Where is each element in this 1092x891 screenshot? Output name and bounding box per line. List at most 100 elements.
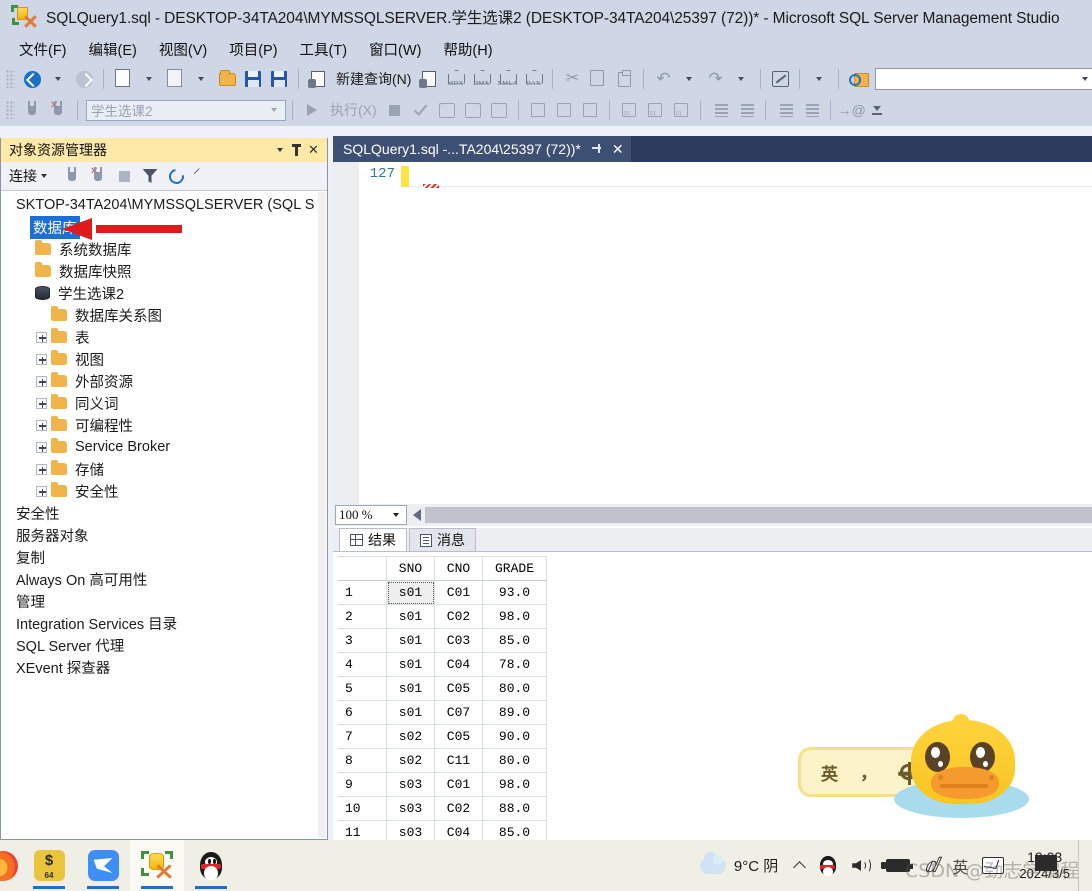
cell-grade[interactable]: 89.0 xyxy=(482,700,547,725)
cell-grade[interactable]: 93.0 xyxy=(482,580,547,605)
new-project-dropdown[interactable] xyxy=(137,67,161,91)
tree-node[interactable]: 系统数据库 xyxy=(2,238,318,260)
column-header-grade[interactable]: GRADE xyxy=(482,556,547,581)
comment-selection-button[interactable] xyxy=(768,67,792,91)
weather-widget[interactable]: 9°C 阴 xyxy=(694,851,788,876)
scroll-left-arrow[interactable] xyxy=(413,509,421,521)
tray-qq-icon[interactable] xyxy=(811,840,845,891)
new-query-icon[interactable] xyxy=(306,67,330,91)
expand-icon[interactable] xyxy=(36,353,47,365)
expand-icon[interactable] xyxy=(36,441,47,453)
paste-button[interactable] xyxy=(612,67,636,91)
row-number[interactable]: 10 xyxy=(338,796,387,821)
zoom-combo[interactable]: 100 % xyxy=(335,505,407,525)
disconnect-button[interactable]: ✕ xyxy=(46,98,70,122)
cell-cno[interactable]: C02 xyxy=(434,796,483,821)
execute-icon[interactable] xyxy=(300,98,324,122)
toolbar-grip-2[interactable] xyxy=(6,101,15,119)
new-project-button[interactable] xyxy=(111,67,135,91)
cell-cno[interactable]: C05 xyxy=(434,676,483,701)
uncomment-lines-button[interactable] xyxy=(734,98,758,122)
include-client-stats-button[interactable] xyxy=(578,98,602,122)
column-header-cno[interactable]: CNO xyxy=(434,556,483,581)
save-all-button[interactable] xyxy=(267,67,291,91)
expand-icon[interactable] xyxy=(36,397,47,409)
table-row[interactable]: 4 s01 C04 78.0 xyxy=(338,652,547,677)
chevron-down-icon[interactable] xyxy=(271,108,277,112)
toolbar-options-dropdown[interactable] xyxy=(807,67,831,91)
cell-sno[interactable]: s01 xyxy=(386,652,435,677)
menu-project[interactable]: 项目(P) xyxy=(218,36,288,63)
table-row[interactable]: 3 s01 C03 85.0 xyxy=(338,628,547,653)
increase-indent-button[interactable] xyxy=(799,98,823,122)
mail-icon[interactable] xyxy=(975,840,1011,891)
stop-icon[interactable] xyxy=(112,164,136,188)
cancel-query-button[interactable] xyxy=(383,98,407,122)
table-row[interactable]: 6 s01 C07 89.0 xyxy=(338,700,547,725)
cell-cno[interactable]: C04 xyxy=(434,652,483,677)
object-explorer-scrollbar[interactable] xyxy=(318,192,326,838)
tree-node[interactable]: 安全性 xyxy=(2,502,318,524)
new-mdx-query-button[interactable]: MDX xyxy=(443,67,467,91)
toolbar-overflow-button[interactable] xyxy=(871,101,883,119)
row-number[interactable]: 2 xyxy=(338,604,387,629)
close-icon[interactable]: ✕ xyxy=(612,142,624,156)
cell-sno[interactable]: s01 xyxy=(386,580,435,605)
editor-horizontal-scrollbar[interactable] xyxy=(425,507,1092,523)
comment-lines-button[interactable] xyxy=(708,98,732,122)
row-number[interactable]: 6 xyxy=(338,700,387,725)
tree-node[interactable]: 存储 xyxy=(2,458,318,480)
row-number[interactable]: 4 xyxy=(338,652,387,677)
show-desktop-button[interactable] xyxy=(1078,840,1086,891)
tab-results[interactable]: 结果 xyxy=(339,528,407,551)
row-header-corner[interactable] xyxy=(338,556,387,581)
tree-node[interactable]: 视图 xyxy=(2,348,318,370)
tree-node[interactable]: 表 xyxy=(2,326,318,348)
cut-button[interactable]: ✂ xyxy=(560,67,584,91)
include-live-stats-button[interactable] xyxy=(552,98,576,122)
connect-object-explorer-icon[interactable] xyxy=(60,164,84,188)
new-dmx-query-button[interactable]: DMX xyxy=(469,67,493,91)
table-row[interactable]: 7 s02 C05 90.0 xyxy=(338,724,547,749)
open-file-button[interactable] xyxy=(215,67,239,91)
tree-node[interactable]: 学生选课2 xyxy=(2,282,318,304)
cell-grade[interactable]: 80.0 xyxy=(482,748,547,773)
expand-icon[interactable] xyxy=(36,331,47,343)
cell-cno[interactable]: C11 xyxy=(434,748,483,773)
column-header-sno[interactable]: SNO xyxy=(386,556,435,581)
cell-sno[interactable]: s03 xyxy=(386,772,435,797)
toolbar-grip[interactable] xyxy=(6,70,15,88)
redo-dropdown[interactable] xyxy=(729,67,753,91)
tree-node[interactable]: XEvent 探查器 xyxy=(2,656,318,678)
results-text-button[interactable] xyxy=(669,98,693,122)
save-button[interactable] xyxy=(241,67,265,91)
cell-grade[interactable]: 80.0 xyxy=(482,676,547,701)
database-combo[interactable]: 学生选课2 xyxy=(86,99,286,121)
tree-node[interactable]: Service Broker xyxy=(2,436,318,458)
add-item-button[interactable] xyxy=(163,67,187,91)
find-in-files-icon[interactable] xyxy=(846,67,870,91)
disconnect-object-explorer-icon[interactable]: ✕ xyxy=(86,164,110,188)
cell-cno[interactable]: C01 xyxy=(434,580,483,605)
menu-file[interactable]: 文件(F) xyxy=(8,36,78,63)
redo-button[interactable]: ↷ xyxy=(703,67,727,91)
pen-icon[interactable]: ⅆ xyxy=(917,840,945,891)
ime-language-indicator[interactable]: 英 xyxy=(945,840,975,891)
new-xmla-query-button[interactable]: XMLA xyxy=(495,67,519,91)
taskbar-firefox[interactable] xyxy=(0,840,22,891)
table-row[interactable]: 2 s01 C02 98.0 xyxy=(338,604,547,629)
expand-icon[interactable] xyxy=(36,419,47,431)
table-row[interactable]: 1 s01 C01 93.0 xyxy=(338,580,547,605)
undo-button[interactable]: ↶ xyxy=(651,67,675,91)
row-number[interactable]: 9 xyxy=(338,772,387,797)
cell-cno[interactable]: C07 xyxy=(434,700,483,725)
expand-icon[interactable] xyxy=(36,463,47,475)
connect-button[interactable] xyxy=(20,98,44,122)
taskbar-ssms[interactable] xyxy=(130,840,184,891)
table-row[interactable]: 5 s01 C05 80.0 xyxy=(338,676,547,701)
tree-node[interactable]: 同义词 xyxy=(2,392,318,414)
cell-sno[interactable]: s01 xyxy=(386,676,435,701)
navigate-forward-button[interactable] xyxy=(72,67,96,91)
table-row[interactable]: 10 s03 C02 88.0 xyxy=(338,796,547,821)
battery-icon[interactable] xyxy=(879,840,917,891)
